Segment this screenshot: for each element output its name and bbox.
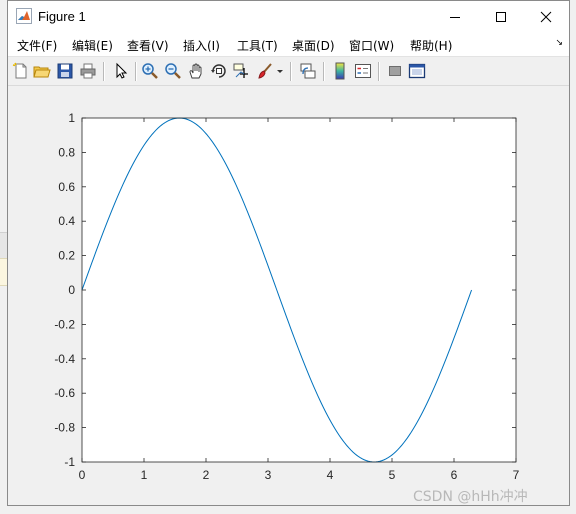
y-tick-label: -0.2	[54, 317, 75, 331]
matlab-logo-icon	[16, 8, 32, 24]
menu-bar: 文件(F) 编辑(E) 查看(V) 插入(I) 工具(T) 桌面(D) 窗口(W…	[8, 32, 569, 57]
toolbar-separator	[135, 62, 137, 81]
save-icon[interactable]	[56, 62, 74, 80]
print-icon[interactable]	[79, 62, 97, 80]
brush-dropdown-icon[interactable]	[276, 62, 284, 80]
x-tick-label: 4	[327, 468, 334, 482]
pan-hand-icon[interactable]	[187, 62, 205, 80]
open-file-icon[interactable]	[33, 62, 51, 80]
maximize-button[interactable]	[478, 1, 524, 32]
rotate-3d-icon[interactable]	[210, 62, 228, 80]
menu-view[interactable]: 查看(V)	[127, 37, 169, 54]
axes-area[interactable]	[82, 118, 516, 462]
menu-tools[interactable]: 工具(T)	[237, 37, 278, 54]
title-bar: Figure 1	[8, 1, 569, 32]
hide-plot-tools-icon[interactable]	[386, 62, 404, 80]
toolbar-separator	[103, 62, 105, 81]
y-tick-label: 0	[68, 283, 75, 297]
new-figure-icon[interactable]	[12, 62, 30, 80]
insert-colorbar-icon[interactable]	[331, 62, 349, 80]
brush-icon[interactable]	[256, 62, 274, 80]
menu-insert[interactable]: 插入(I)	[183, 37, 220, 54]
sine-plot[interactable]: 0 1 2 3 4 5 6 7 -1 -0.8 -0.6 -0.4 -0.2 0 0.2 0.4 0.6 0.8 1	[8, 86, 569, 505]
zoom-out-icon[interactable]	[164, 62, 182, 80]
data-cursor-icon[interactable]	[233, 62, 251, 80]
toolbar-separator	[290, 62, 292, 81]
x-tick-label: 5	[389, 468, 396, 482]
show-plot-tools-icon[interactable]	[408, 62, 426, 80]
y-tick-label: -0.6	[54, 386, 75, 400]
figure-toolbar	[8, 57, 569, 86]
x-tick-label: 7	[513, 468, 520, 482]
menu-window[interactable]: 窗口(W)	[349, 37, 394, 54]
y-tick-label: 0.4	[58, 214, 75, 228]
minimize-icon	[450, 16, 460, 18]
menu-file[interactable]: 文件(F)	[17, 37, 57, 54]
x-tick-label: 6	[451, 468, 458, 482]
y-tick-label: 1	[68, 111, 75, 125]
zoom-in-icon[interactable]	[141, 62, 159, 80]
close-icon	[540, 11, 552, 22]
y-tick-label: -0.4	[54, 352, 75, 366]
menu-help[interactable]: 帮助(H)	[410, 37, 452, 54]
y-tick-label: 0.6	[58, 180, 75, 194]
insert-legend-icon[interactable]	[354, 62, 372, 80]
close-button[interactable]	[523, 1, 569, 32]
dock-arrow-icon[interactable]: ↘	[555, 38, 563, 48]
select-arrow-icon[interactable]	[112, 62, 130, 80]
figure-window: Figure 1 文件(F) 编辑(E) 查看(V) 插入(I) 工具(T) 桌…	[7, 0, 570, 506]
x-tick-label: 0	[79, 468, 86, 482]
toolbar-separator	[323, 62, 325, 81]
y-tick-label: -0.8	[54, 421, 75, 435]
minimize-button[interactable]	[432, 1, 478, 32]
y-tick-label: -1	[64, 455, 75, 469]
toolbar-separator	[378, 62, 380, 81]
window-title: Figure 1	[38, 9, 86, 24]
link-plot-icon[interactable]	[299, 62, 317, 80]
x-tick-label: 1	[141, 468, 148, 482]
menu-desktop[interactable]: 桌面(D)	[292, 37, 335, 54]
x-tick-label: 2	[203, 468, 210, 482]
y-tick-label: 0.8	[58, 145, 75, 159]
figure-canvas: 0 1 2 3 4 5 6 7 -1 -0.8 -0.6 -0.4 -0.2 0 0.2 0.4 0.6 0.8 1	[8, 86, 569, 505]
y-tick-label: 0.2	[58, 249, 75, 263]
x-tick-label: 3	[265, 468, 272, 482]
menu-edit[interactable]: 编辑(E)	[72, 37, 113, 54]
maximize-icon	[496, 11, 506, 22]
watermark-text: CSDN @hHh冲冲	[413, 489, 528, 505]
